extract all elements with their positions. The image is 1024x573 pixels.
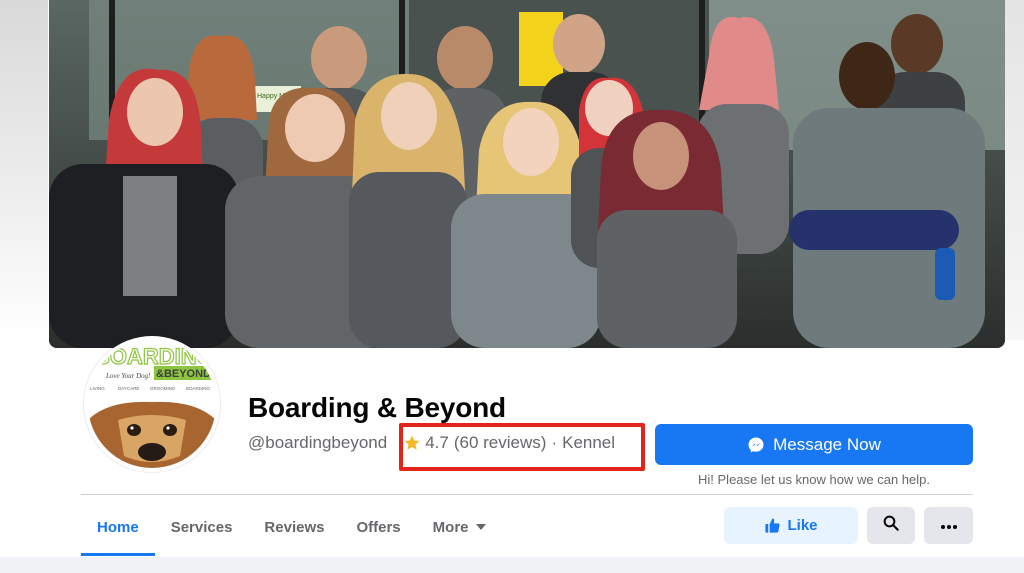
logo-service-1: LIVING	[90, 386, 105, 391]
cover-photo[interactable]: Happy Mother's Day	[49, 0, 1005, 348]
logo-service-2: DAYCARE	[118, 386, 139, 391]
tab-offers[interactable]: Offers	[340, 498, 416, 556]
logo-and-beyond: &BEYOND	[156, 368, 211, 380]
page-background-strip	[0, 557, 1024, 573]
message-now-button[interactable]: Message Now	[655, 424, 973, 465]
page-title: Boarding & Beyond	[248, 392, 506, 423]
page-meta: @boardingbeyond 4.7 (60 reviews) · Kenne…	[248, 432, 623, 454]
profile-picture[interactable]: BOARDING &BEYOND Love Your Dog! LIVING D…	[84, 336, 220, 472]
search-icon	[882, 514, 900, 537]
more-options-button[interactable]	[924, 507, 973, 544]
review-count[interactable]: (60 reviews)	[454, 433, 547, 453]
messenger-icon	[747, 436, 765, 454]
caret-down-icon	[475, 524, 486, 530]
message-now-label: Message Now	[773, 434, 881, 454]
facebook-page: Happy Mother's Day	[0, 0, 1024, 573]
left-background	[0, 0, 48, 340]
like-button[interactable]: Like	[724, 507, 858, 544]
message-hint: Hi! Please let us know how we can help.	[698, 472, 930, 487]
tab-home[interactable]: Home	[81, 498, 155, 556]
logo-service-4: BOARDING	[186, 386, 211, 391]
profile-logo-image: BOARDING &BEYOND Love Your Dog! LIVING D…	[88, 340, 216, 468]
logo-service-3: GROOMING	[150, 386, 176, 391]
tab-services[interactable]: Services	[155, 498, 249, 556]
logo-tagline: Love Your Dog!	[105, 372, 151, 380]
thumbs-up-icon	[764, 517, 781, 534]
rating-summary[interactable]: 4.7 (60 reviews) · Kennel	[397, 432, 623, 454]
meta-separator: ·	[551, 433, 558, 452]
like-label: Like	[787, 517, 818, 534]
search-button[interactable]	[867, 507, 915, 544]
page-tabs: Home Services Reviews Offers More	[81, 498, 502, 556]
tab-reviews-label: Reviews	[264, 518, 325, 536]
tab-more-label: More	[432, 518, 469, 536]
tab-home-label: Home	[97, 518, 139, 536]
tab-offers-label: Offers	[356, 518, 401, 536]
tab-more[interactable]: More	[417, 498, 502, 556]
ellipsis-icon	[940, 517, 958, 535]
star-icon	[403, 434, 421, 452]
cover-photo-image: Happy Mother's Day	[49, 0, 1005, 348]
header-divider	[81, 494, 973, 495]
rating-value: 4.7	[425, 433, 449, 452]
page-handle: @boardingbeyond	[248, 433, 388, 452]
tab-services-label: Services	[170, 518, 233, 536]
page-category[interactable]: Kennel	[562, 433, 615, 453]
right-background	[1004, 0, 1024, 340]
tab-reviews[interactable]: Reviews	[248, 498, 340, 556]
